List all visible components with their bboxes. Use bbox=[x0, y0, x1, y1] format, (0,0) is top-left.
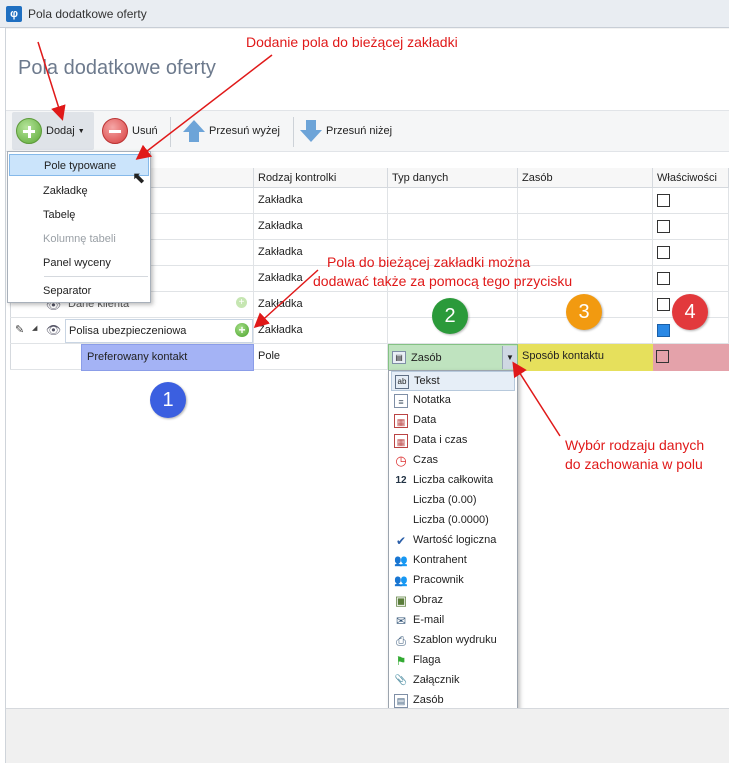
annotation-add-via-button-1: Pola do bieżącej zakładki można bbox=[327, 254, 531, 270]
badge-4: 4 bbox=[672, 294, 708, 330]
bottom-bar bbox=[6, 708, 729, 763]
badge-3: 3 bbox=[566, 294, 602, 330]
annotation-arrows bbox=[37, 41, 561, 437]
badge-1: 1 bbox=[150, 382, 186, 418]
annotation-choose-type-2: do zachowania w polu bbox=[565, 456, 703, 472]
annotation-choose-type-1: Wybór rodzaju danych bbox=[565, 437, 705, 453]
annotation-add-field: Dodanie pola do bieżącej zakładki bbox=[246, 34, 458, 50]
annotation-add-via-button-2: dodawać także za pomocą tego przycisku bbox=[313, 273, 573, 289]
badge-2: 2 bbox=[432, 298, 468, 334]
